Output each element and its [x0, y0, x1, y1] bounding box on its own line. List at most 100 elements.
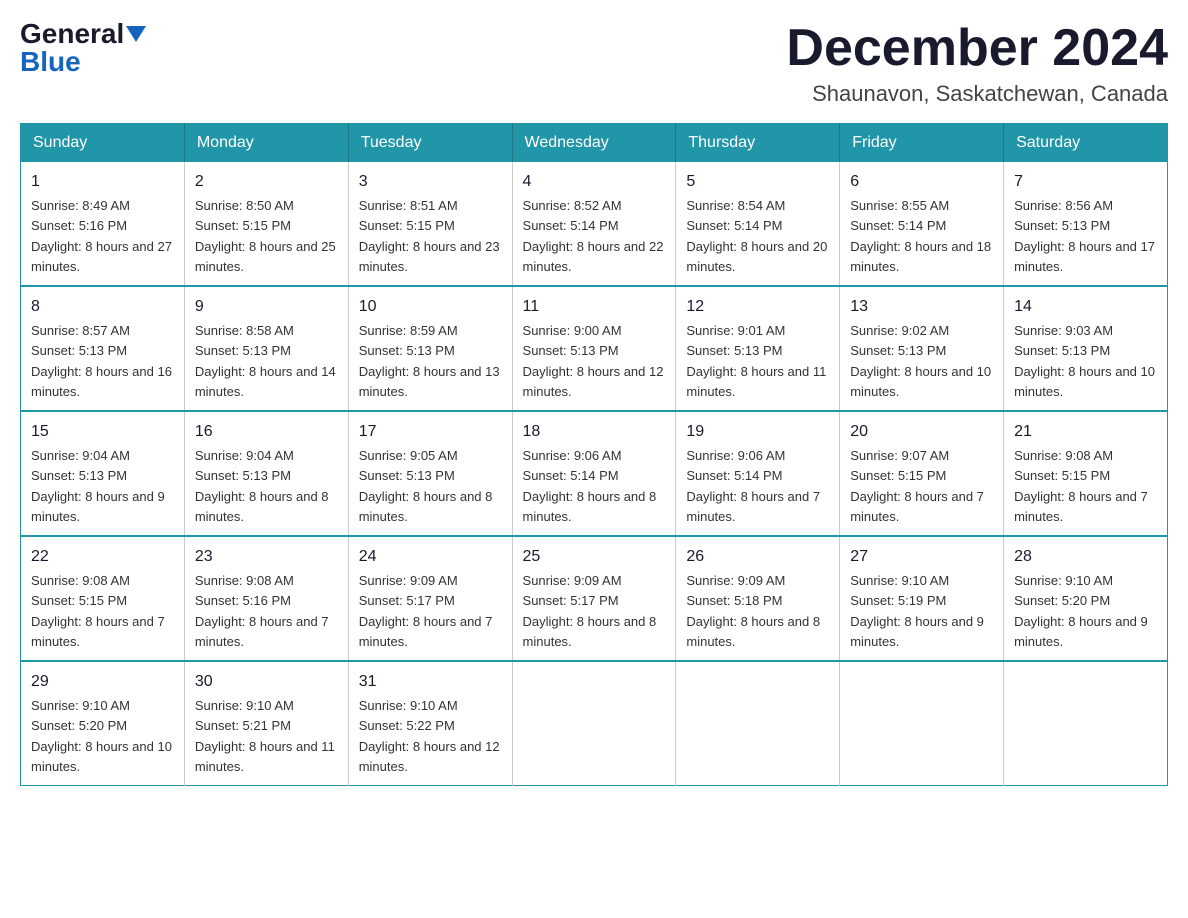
day-info: Sunrise: 9:10 AMSunset: 5:19 PMDaylight:… [850, 573, 984, 649]
day-number: 28 [1014, 545, 1157, 569]
calendar-day-cell: 8 Sunrise: 8:57 AMSunset: 5:13 PMDayligh… [21, 286, 185, 411]
calendar-day-cell: 14 Sunrise: 9:03 AMSunset: 5:13 PMDaylig… [1004, 286, 1168, 411]
calendar-day-cell: 3 Sunrise: 8:51 AMSunset: 5:15 PMDayligh… [348, 162, 512, 286]
day-number: 2 [195, 170, 338, 194]
logo-triangle-icon [126, 26, 146, 42]
calendar-header-thursday: Thursday [676, 124, 840, 163]
day-info: Sunrise: 9:06 AMSunset: 5:14 PMDaylight:… [686, 448, 820, 524]
calendar-day-cell: 16 Sunrise: 9:04 AMSunset: 5:13 PMDaylig… [184, 411, 348, 536]
calendar-table: SundayMondayTuesdayWednesdayThursdayFrid… [20, 123, 1168, 786]
calendar-day-cell: 4 Sunrise: 8:52 AMSunset: 5:14 PMDayligh… [512, 162, 676, 286]
day-number: 12 [686, 295, 829, 319]
calendar-day-cell: 21 Sunrise: 9:08 AMSunset: 5:15 PMDaylig… [1004, 411, 1168, 536]
calendar-day-cell: 29 Sunrise: 9:10 AMSunset: 5:20 PMDaylig… [21, 661, 185, 786]
calendar-header-wednesday: Wednesday [512, 124, 676, 163]
day-number: 8 [31, 295, 174, 319]
day-number: 5 [686, 170, 829, 194]
day-number: 29 [31, 670, 174, 694]
day-info: Sunrise: 9:08 AMSunset: 5:15 PMDaylight:… [31, 573, 165, 649]
day-number: 20 [850, 420, 993, 444]
day-info: Sunrise: 9:06 AMSunset: 5:14 PMDaylight:… [523, 448, 657, 524]
calendar-day-cell [676, 661, 840, 786]
calendar-day-cell: 19 Sunrise: 9:06 AMSunset: 5:14 PMDaylig… [676, 411, 840, 536]
day-number: 24 [359, 545, 502, 569]
day-info: Sunrise: 9:07 AMSunset: 5:15 PMDaylight:… [850, 448, 984, 524]
calendar-header-row: SundayMondayTuesdayWednesdayThursdayFrid… [21, 124, 1168, 163]
day-number: 15 [31, 420, 174, 444]
calendar-day-cell: 25 Sunrise: 9:09 AMSunset: 5:17 PMDaylig… [512, 536, 676, 661]
calendar-day-cell: 20 Sunrise: 9:07 AMSunset: 5:15 PMDaylig… [840, 411, 1004, 536]
day-number: 30 [195, 670, 338, 694]
calendar-week-row: 15 Sunrise: 9:04 AMSunset: 5:13 PMDaylig… [21, 411, 1168, 536]
day-info: Sunrise: 9:00 AMSunset: 5:13 PMDaylight:… [523, 323, 664, 399]
day-number: 16 [195, 420, 338, 444]
calendar-header-monday: Monday [184, 124, 348, 163]
day-number: 11 [523, 295, 666, 319]
calendar-day-cell: 5 Sunrise: 8:54 AMSunset: 5:14 PMDayligh… [676, 162, 840, 286]
calendar-header-tuesday: Tuesday [348, 124, 512, 163]
calendar-day-cell: 13 Sunrise: 9:02 AMSunset: 5:13 PMDaylig… [840, 286, 1004, 411]
day-number: 9 [195, 295, 338, 319]
day-info: Sunrise: 9:10 AMSunset: 5:20 PMDaylight:… [31, 698, 172, 774]
day-number: 7 [1014, 170, 1157, 194]
day-number: 4 [523, 170, 666, 194]
calendar-day-cell: 11 Sunrise: 9:00 AMSunset: 5:13 PMDaylig… [512, 286, 676, 411]
location-title: Shaunavon, Saskatchewan, Canada [786, 81, 1168, 107]
day-number: 21 [1014, 420, 1157, 444]
calendar-week-row: 22 Sunrise: 9:08 AMSunset: 5:15 PMDaylig… [21, 536, 1168, 661]
day-number: 26 [686, 545, 829, 569]
calendar-day-cell: 27 Sunrise: 9:10 AMSunset: 5:19 PMDaylig… [840, 536, 1004, 661]
day-number: 3 [359, 170, 502, 194]
day-info: Sunrise: 9:01 AMSunset: 5:13 PMDaylight:… [686, 323, 826, 399]
calendar-day-cell: 12 Sunrise: 9:01 AMSunset: 5:13 PMDaylig… [676, 286, 840, 411]
calendar-day-cell: 23 Sunrise: 9:08 AMSunset: 5:16 PMDaylig… [184, 536, 348, 661]
calendar-week-row: 1 Sunrise: 8:49 AMSunset: 5:16 PMDayligh… [21, 162, 1168, 286]
calendar-day-cell: 26 Sunrise: 9:09 AMSunset: 5:18 PMDaylig… [676, 536, 840, 661]
day-info: Sunrise: 8:58 AMSunset: 5:13 PMDaylight:… [195, 323, 336, 399]
day-number: 6 [850, 170, 993, 194]
day-number: 31 [359, 670, 502, 694]
calendar-day-cell: 1 Sunrise: 8:49 AMSunset: 5:16 PMDayligh… [21, 162, 185, 286]
day-info: Sunrise: 9:05 AMSunset: 5:13 PMDaylight:… [359, 448, 493, 524]
day-info: Sunrise: 9:03 AMSunset: 5:13 PMDaylight:… [1014, 323, 1155, 399]
day-info: Sunrise: 9:09 AMSunset: 5:17 PMDaylight:… [523, 573, 657, 649]
day-info: Sunrise: 8:55 AMSunset: 5:14 PMDaylight:… [850, 198, 991, 274]
calendar-day-cell: 2 Sunrise: 8:50 AMSunset: 5:15 PMDayligh… [184, 162, 348, 286]
calendar-day-cell: 15 Sunrise: 9:04 AMSunset: 5:13 PMDaylig… [21, 411, 185, 536]
logo: General Blue [20, 20, 146, 76]
day-number: 25 [523, 545, 666, 569]
calendar-day-cell: 7 Sunrise: 8:56 AMSunset: 5:13 PMDayligh… [1004, 162, 1168, 286]
calendar-header-friday: Friday [840, 124, 1004, 163]
logo-general-text: General [20, 20, 124, 48]
day-info: Sunrise: 9:02 AMSunset: 5:13 PMDaylight:… [850, 323, 991, 399]
calendar-day-cell: 10 Sunrise: 8:59 AMSunset: 5:13 PMDaylig… [348, 286, 512, 411]
day-number: 10 [359, 295, 502, 319]
calendar-header-saturday: Saturday [1004, 124, 1168, 163]
month-title: December 2024 [786, 20, 1168, 77]
day-number: 27 [850, 545, 993, 569]
day-info: Sunrise: 9:10 AMSunset: 5:20 PMDaylight:… [1014, 573, 1148, 649]
calendar-day-cell: 24 Sunrise: 9:09 AMSunset: 5:17 PMDaylig… [348, 536, 512, 661]
day-info: Sunrise: 8:50 AMSunset: 5:15 PMDaylight:… [195, 198, 336, 274]
day-info: Sunrise: 8:54 AMSunset: 5:14 PMDaylight:… [686, 198, 827, 274]
title-section: December 2024 Shaunavon, Saskatchewan, C… [786, 20, 1168, 107]
calendar-day-cell: 31 Sunrise: 9:10 AMSunset: 5:22 PMDaylig… [348, 661, 512, 786]
calendar-day-cell: 30 Sunrise: 9:10 AMSunset: 5:21 PMDaylig… [184, 661, 348, 786]
day-info: Sunrise: 8:51 AMSunset: 5:15 PMDaylight:… [359, 198, 500, 274]
day-info: Sunrise: 9:04 AMSunset: 5:13 PMDaylight:… [31, 448, 165, 524]
logo-blue-text: Blue [20, 48, 81, 76]
day-info: Sunrise: 9:09 AMSunset: 5:17 PMDaylight:… [359, 573, 493, 649]
day-number: 23 [195, 545, 338, 569]
day-info: Sunrise: 8:56 AMSunset: 5:13 PMDaylight:… [1014, 198, 1155, 274]
day-number: 22 [31, 545, 174, 569]
day-number: 14 [1014, 295, 1157, 319]
calendar-day-cell: 17 Sunrise: 9:05 AMSunset: 5:13 PMDaylig… [348, 411, 512, 536]
day-info: Sunrise: 9:10 AMSunset: 5:22 PMDaylight:… [359, 698, 500, 774]
day-number: 1 [31, 170, 174, 194]
calendar-day-cell [512, 661, 676, 786]
day-info: Sunrise: 8:49 AMSunset: 5:16 PMDaylight:… [31, 198, 172, 274]
day-info: Sunrise: 8:52 AMSunset: 5:14 PMDaylight:… [523, 198, 664, 274]
day-info: Sunrise: 9:08 AMSunset: 5:16 PMDaylight:… [195, 573, 329, 649]
page-header: General Blue December 2024 Shaunavon, Sa… [20, 20, 1168, 107]
day-info: Sunrise: 9:09 AMSunset: 5:18 PMDaylight:… [686, 573, 820, 649]
